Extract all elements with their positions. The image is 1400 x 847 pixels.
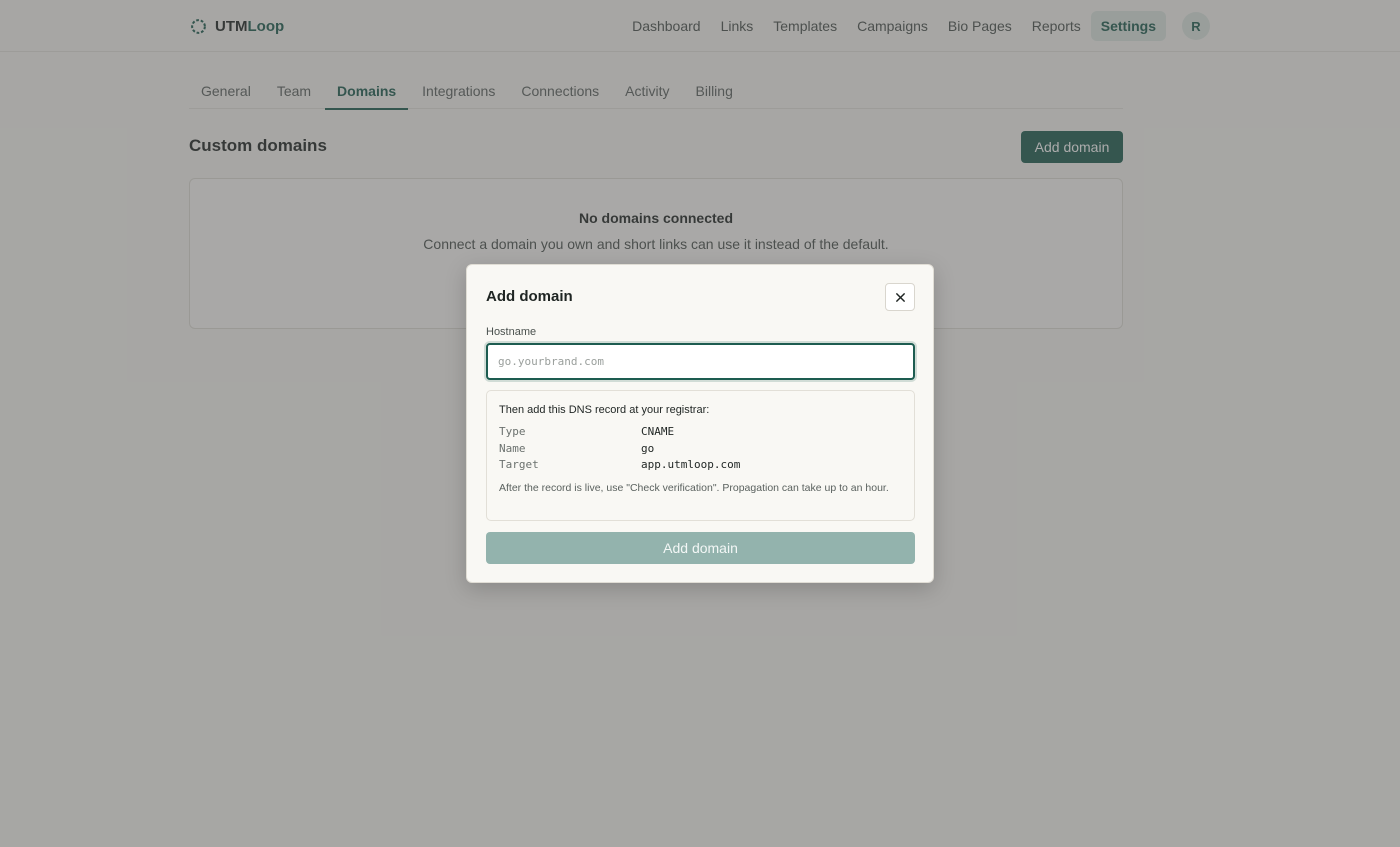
close-icon: [895, 292, 905, 302]
dns-heading: Then add this DNS record at your registr…: [499, 404, 710, 416]
add-domain-modal: Add domain Hostname Then add this DNS re…: [466, 264, 934, 583]
hostname-label: Hostname: [486, 326, 537, 338]
dns-record-name: Name go: [499, 442, 655, 455]
modal-close-button[interactable]: [885, 283, 915, 311]
dns-record-target: Target app.utmloop.com: [499, 458, 741, 471]
hostname-input[interactable]: [486, 343, 915, 380]
dns-note: After the record is live, use "Check ver…: [499, 482, 889, 494]
dns-instructions-box: Then add this DNS record at your registr…: [486, 390, 915, 521]
modal-add-domain-button[interactable]: Add domain: [486, 532, 915, 564]
modal-title: Add domain: [486, 288, 573, 305]
dns-record-type: Type CNAME: [499, 425, 675, 438]
